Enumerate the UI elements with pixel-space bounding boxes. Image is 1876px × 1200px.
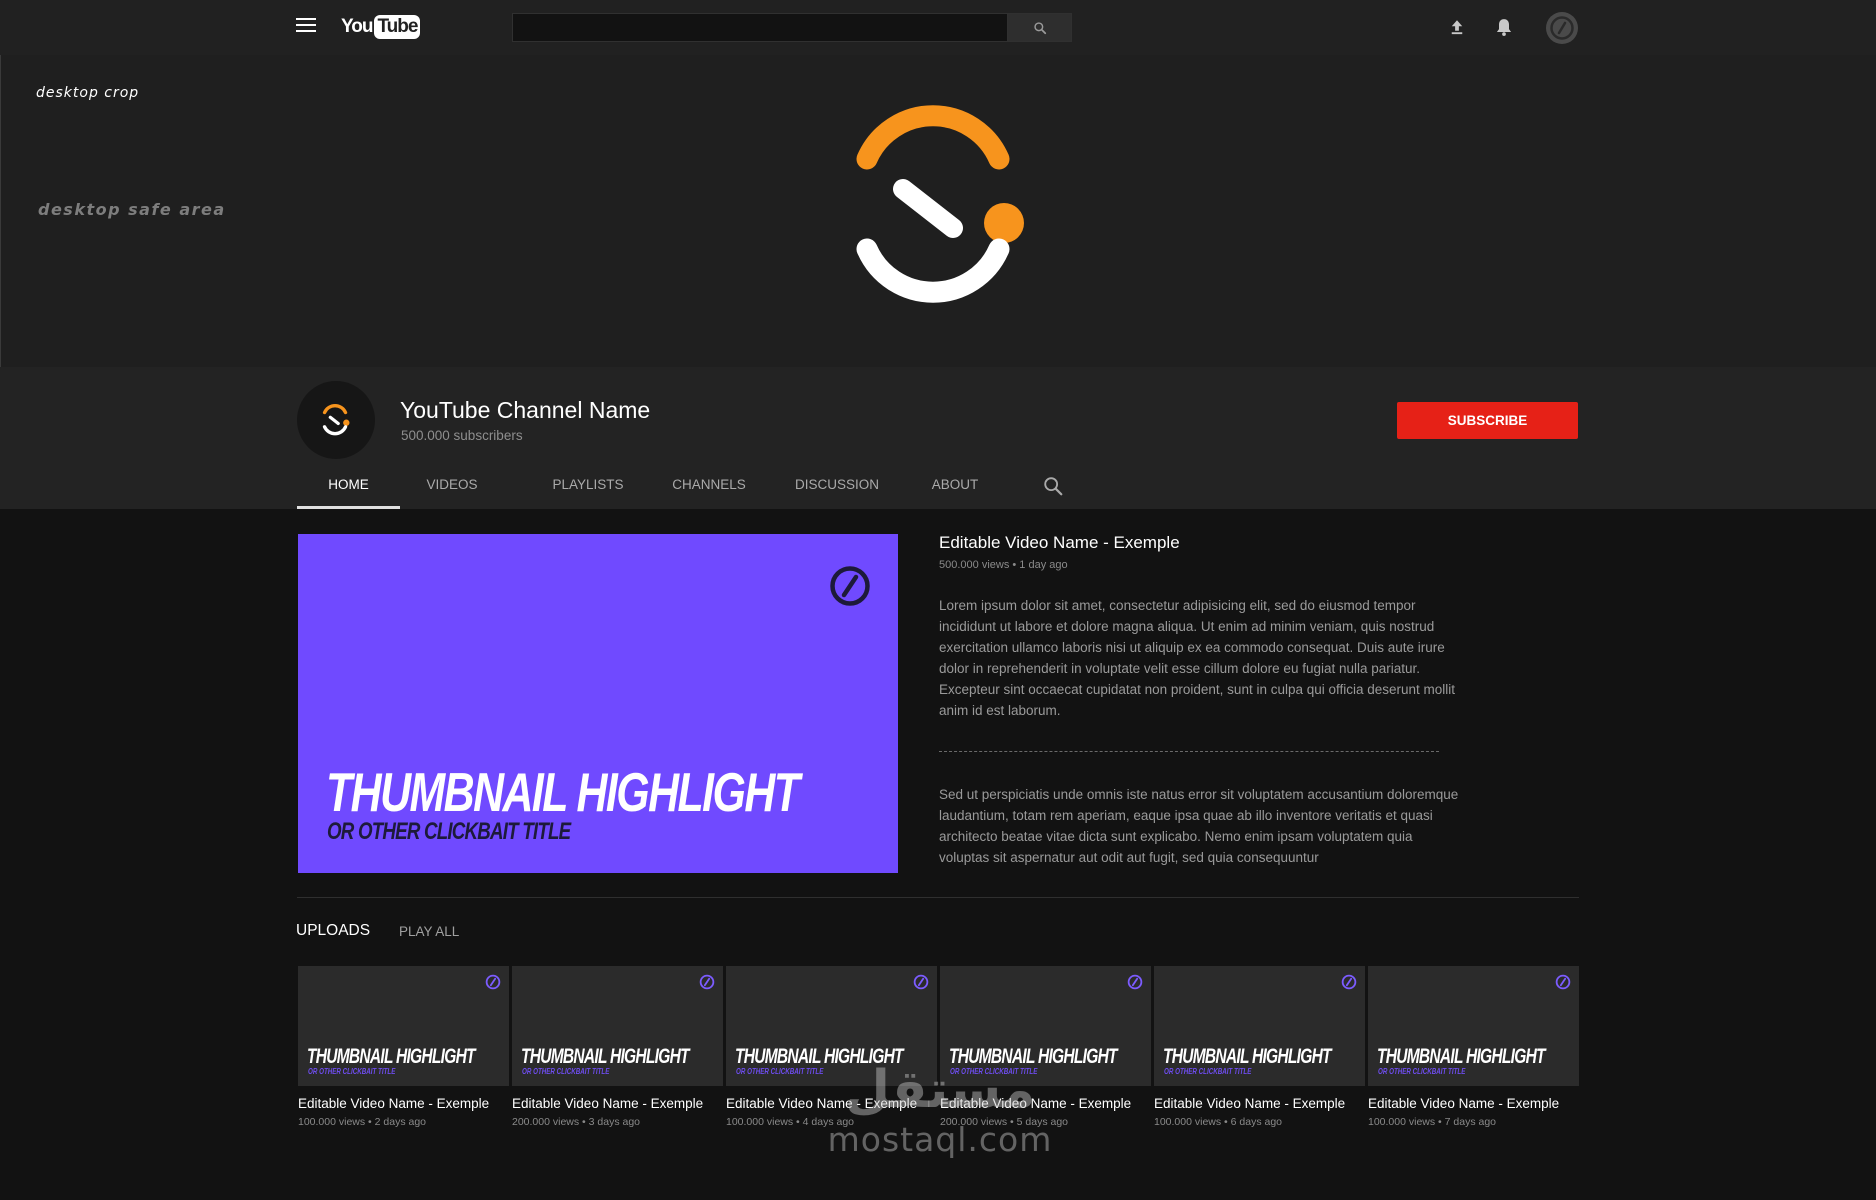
channel-header: YouTube Channel Name 500.000 subscribers… <box>0 367 1876 509</box>
video-thumbnail[interactable]: THUMBNAIL HIGHLIGHT OR OTHER CLICKBAIT T… <box>940 966 1151 1086</box>
search-input[interactable] <box>512 13 1008 42</box>
channel-tabs: HOME VIDEOS PLAYLISTS CHANNELS DISCUSSIO… <box>297 470 1097 509</box>
video-card[interactable]: THUMBNAIL HIGHLIGHT OR OTHER CLICKBAIT T… <box>1368 966 1579 1128</box>
featured-video-title[interactable]: Editable Video Name - Exemple <box>939 533 1180 553</box>
upload-button[interactable] <box>1444 14 1470 40</box>
desktop-safe-area-label: desktop safe area <box>38 200 226 219</box>
video-thumbnail-subtitle: OR OTHER CLICKBAIT TITLE <box>950 1067 1038 1076</box>
featured-video-description-continued: Sed ut perspiciatis unde omnis iste natu… <box>939 787 1459 865</box>
hamburger-menu-icon[interactable] <box>296 18 316 36</box>
uploads-section-title: UPLOADS <box>296 922 371 939</box>
video-thumbnail-subtitle: OR OTHER CLICKBAIT TITLE <box>1164 1067 1252 1076</box>
section-divider <box>297 897 1579 898</box>
video-thumbnail-title: THUMBNAIL HIGHLIGHT <box>1163 1045 1332 1068</box>
user-avatar[interactable] <box>1546 12 1578 44</box>
account-badge-icon <box>1550 16 1574 40</box>
video-meta: 200.000 views • 3 days ago <box>512 1116 641 1128</box>
video-meta: 100.000 views • 4 days ago <box>726 1116 855 1128</box>
video-thumbnail[interactable]: THUMBNAIL HIGHLIGHT OR OTHER CLICKBAIT T… <box>298 966 509 1086</box>
video-card[interactable]: THUMBNAIL HIGHLIGHT OR OTHER CLICKBAIT T… <box>1154 966 1365 1128</box>
youtube-logo[interactable]: You Tube <box>341 14 421 40</box>
subscriber-count: 500.000 subscribers <box>401 428 523 443</box>
notifications-button[interactable] <box>1491 14 1517 40</box>
video-thumbnail-subtitle: OR OTHER CLICKBAIT TITLE <box>308 1067 396 1076</box>
video-title[interactable]: Editable Video Name - Exemple <box>1154 1096 1365 1111</box>
video-thumbnail[interactable]: THUMBNAIL HIGHLIGHT OR OTHER CLICKBAIT T… <box>512 966 723 1086</box>
search-icon <box>1033 21 1046 34</box>
tab-playlists[interactable]: PLAYLISTS <box>533 470 643 509</box>
channel-avatar[interactable] <box>297 381 375 459</box>
top-bar: You Tube <box>0 0 1876 55</box>
video-title[interactable]: Editable Video Name - Exemple <box>298 1096 509 1111</box>
thumbnail-badge-icon <box>1555 974 1571 990</box>
featured-thumbnail-subtitle: OR OTHER CLICKBAIT TITLE <box>327 818 571 845</box>
video-title[interactable]: Editable Video Name - Exemple <box>726 1096 937 1111</box>
featured-video-description: Lorem ipsum dolor sit amet, consectetur … <box>939 598 1456 718</box>
video-meta: 100.000 views • 2 days ago <box>298 1116 427 1128</box>
thumbnail-badge-icon <box>830 566 870 606</box>
tab-channels[interactable]: CHANNELS <box>654 470 764 509</box>
featured-video-meta: 500.000 views • 1 day ago <box>939 559 1068 571</box>
tab-videos[interactable]: VIDEOS <box>402 470 502 509</box>
video-thumbnail[interactable]: THUMBNAIL HIGHLIGHT OR OTHER CLICKBAIT T… <box>1154 966 1365 1086</box>
video-thumbnail-title: THUMBNAIL HIGHLIGHT <box>735 1045 904 1068</box>
tab-home[interactable]: HOME <box>297 470 400 509</box>
channel-avatar-logo-icon <box>322 404 350 436</box>
video-thumbnail-title: THUMBNAIL HIGHLIGHT <box>521 1045 690 1068</box>
video-card[interactable]: THUMBNAIL HIGHLIGHT OR OTHER CLICKBAIT T… <box>512 966 723 1128</box>
video-card[interactable]: THUMBNAIL HIGHLIGHT OR OTHER CLICKBAIT T… <box>726 966 937 1128</box>
thumbnail-badge-icon <box>913 974 929 990</box>
tab-discussion[interactable]: DISCUSSION <box>777 470 897 509</box>
channel-logo-icon <box>856 105 1024 303</box>
channel-search-icon[interactable] <box>1042 475 1064 497</box>
video-thumbnail[interactable]: THUMBNAIL HIGHLIGHT OR OTHER CLICKBAIT T… <box>726 966 937 1086</box>
video-title[interactable]: Editable Video Name - Exemple <box>940 1096 1151 1111</box>
video-thumbnail-subtitle: OR OTHER CLICKBAIT TITLE <box>736 1067 824 1076</box>
bell-icon <box>1496 19 1512 36</box>
logo-tube-text: Tube <box>374 15 421 39</box>
video-thumbnail-subtitle: OR OTHER CLICKBAIT TITLE <box>522 1067 610 1076</box>
video-title[interactable]: Editable Video Name - Exemple <box>512 1096 723 1111</box>
video-thumbnail-title: THUMBNAIL HIGHLIGHT <box>307 1045 476 1068</box>
featured-video-thumbnail[interactable]: THUMBNAIL HIGHLIGHT OR OTHER CLICKBAIT T… <box>298 534 898 873</box>
video-title[interactable]: Editable Video Name - Exemple <box>1368 1096 1579 1111</box>
description-divider <box>939 751 1439 752</box>
tab-about[interactable]: ABOUT <box>905 470 1005 509</box>
video-card[interactable]: THUMBNAIL HIGHLIGHT OR OTHER CLICKBAIT T… <box>298 966 509 1128</box>
logo-you-text: You <box>341 16 374 37</box>
subscribe-button[interactable]: SUBSCRIBE <box>1397 402 1578 439</box>
video-thumbnail-title: THUMBNAIL HIGHLIGHT <box>949 1045 1118 1068</box>
video-thumbnail-title: THUMBNAIL HIGHLIGHT <box>1377 1045 1546 1068</box>
upload-icon <box>1451 20 1463 35</box>
video-thumbnail[interactable]: THUMBNAIL HIGHLIGHT OR OTHER CLICKBAIT T… <box>1368 966 1579 1086</box>
featured-thumbnail-title: THUMBNAIL HIGHLIGHT <box>326 761 800 823</box>
channel-banner: desktop crop desktop safe area <box>0 55 1876 367</box>
video-card[interactable]: THUMBNAIL HIGHLIGHT OR OTHER CLICKBAIT T… <box>940 966 1151 1128</box>
play-all-link[interactable]: PLAY ALL <box>399 924 459 939</box>
channel-content <box>0 509 1876 1200</box>
thumbnail-badge-icon <box>485 974 501 990</box>
video-thumbnail-subtitle: OR OTHER CLICKBAIT TITLE <box>1378 1067 1466 1076</box>
desktop-crop-label: desktop crop <box>36 85 140 101</box>
video-meta: 200.000 views • 5 days ago <box>940 1116 1069 1128</box>
video-meta: 100.000 views • 6 days ago <box>1154 1116 1283 1128</box>
thumbnail-badge-icon <box>699 974 715 990</box>
thumbnail-badge-icon <box>1127 974 1143 990</box>
video-meta: 100.000 views • 7 days ago <box>1368 1116 1497 1128</box>
search-button[interactable] <box>1007 13 1072 42</box>
thumbnail-badge-icon <box>1341 974 1357 990</box>
channel-name: YouTube Channel Name <box>400 397 651 423</box>
